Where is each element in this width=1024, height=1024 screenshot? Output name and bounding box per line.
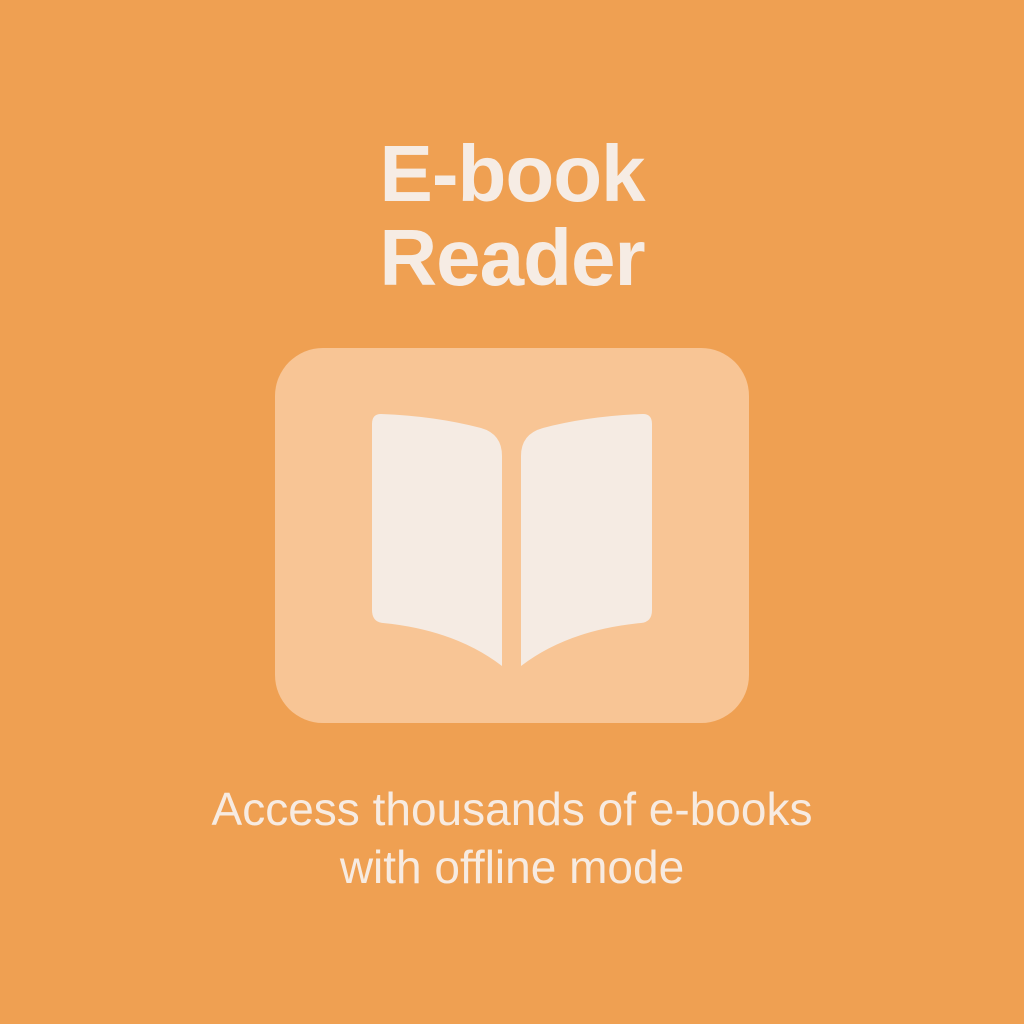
book-left-page [372, 414, 502, 666]
app-icon-tile [275, 348, 749, 723]
app-tagline: Access thousands of e-books with offline… [0, 780, 1024, 896]
app-tagline-line-2: with offline mode [339, 841, 685, 893]
book-right-page [521, 414, 652, 666]
app-title: E-book Reader [0, 132, 1024, 300]
app-title-line-1: E-book [379, 129, 645, 218]
app-tagline-line-1: Access thousands of e-books [211, 783, 813, 835]
app-title-line-2: Reader [379, 213, 645, 302]
open-book-icon [372, 414, 652, 666]
app-splash-screen: { "app": { "title_line1": "E-book", "tit… [0, 0, 1024, 1024]
